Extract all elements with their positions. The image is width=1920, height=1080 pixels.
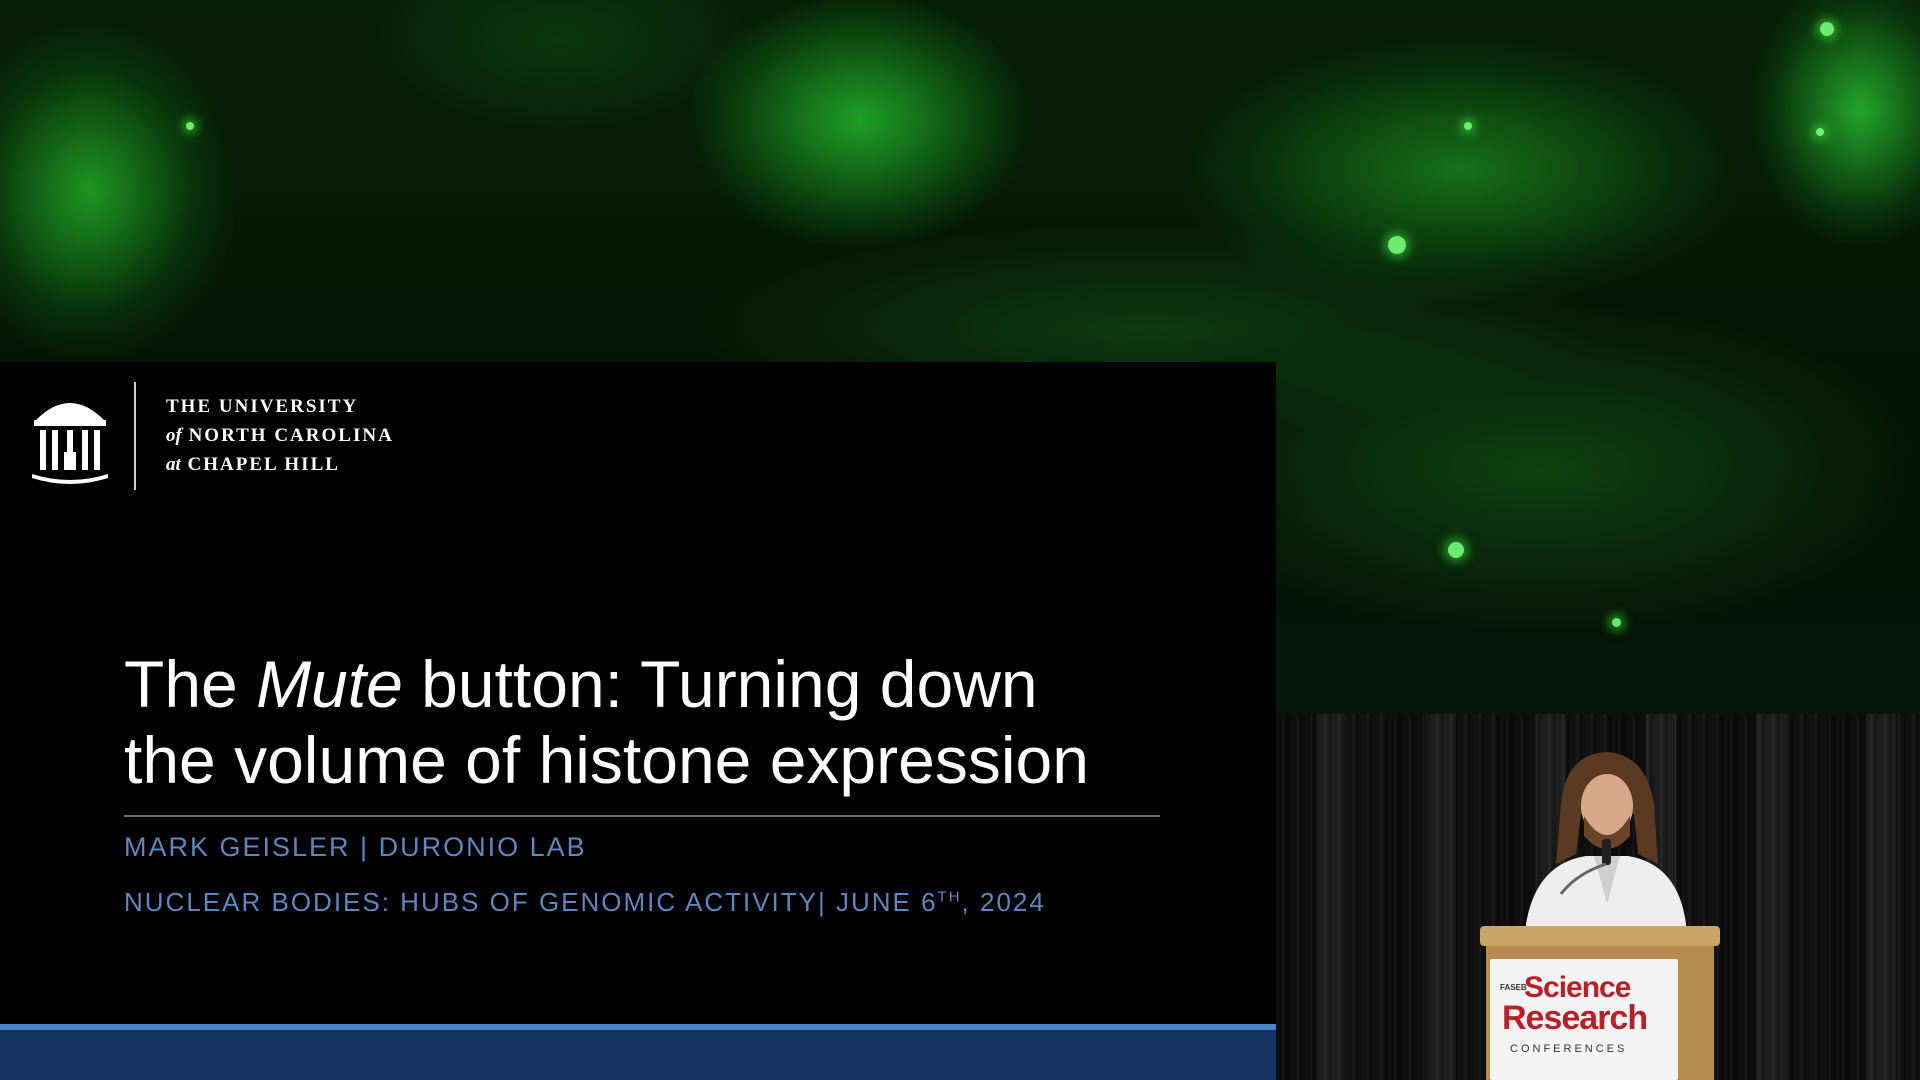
banner-research: Research — [1502, 999, 1648, 1037]
footer-dark-bar — [0, 1030, 1276, 1080]
banner-conferences: CONFERENCES — [1510, 1043, 1628, 1055]
slide-title: The Mute button: Turning down the volume… — [124, 647, 1089, 797]
fluorescent-spot — [1816, 128, 1824, 136]
fluorescent-spot — [1612, 618, 1621, 627]
old-well-icon — [32, 403, 108, 484]
fluorescent-spot — [1820, 22, 1834, 36]
conference-banner: FASEB Science Research CONFERENCES — [1490, 959, 1678, 1080]
fluorescent-spot — [1388, 236, 1406, 254]
fluorescent-spot — [186, 122, 194, 130]
speaker-camera-feed: FASEB Science Research CONFERENCES — [1276, 714, 1920, 1080]
university-line-1: THE UNIVERSITY — [166, 396, 359, 417]
event-line: NUCLEAR BODIES: HUBS OF GENOMIC ACTIVITY… — [124, 887, 1046, 917]
logo-divider — [134, 382, 136, 490]
presentation-slide: THE UNIVERSITY of NORTH CAROLINA at CHAP… — [0, 362, 1276, 1080]
author-line: MARK GEISLER | DURONIO LAB — [124, 832, 587, 862]
title-underline — [124, 815, 1160, 817]
banner-faseb: FASEB — [1500, 983, 1527, 992]
university-line-3: at CHAPEL HILL — [166, 454, 340, 475]
university-line-2: of NORTH CAROLINA — [166, 425, 394, 446]
fluorescent-spot — [1464, 122, 1472, 130]
fluorescent-spot — [1448, 542, 1464, 558]
